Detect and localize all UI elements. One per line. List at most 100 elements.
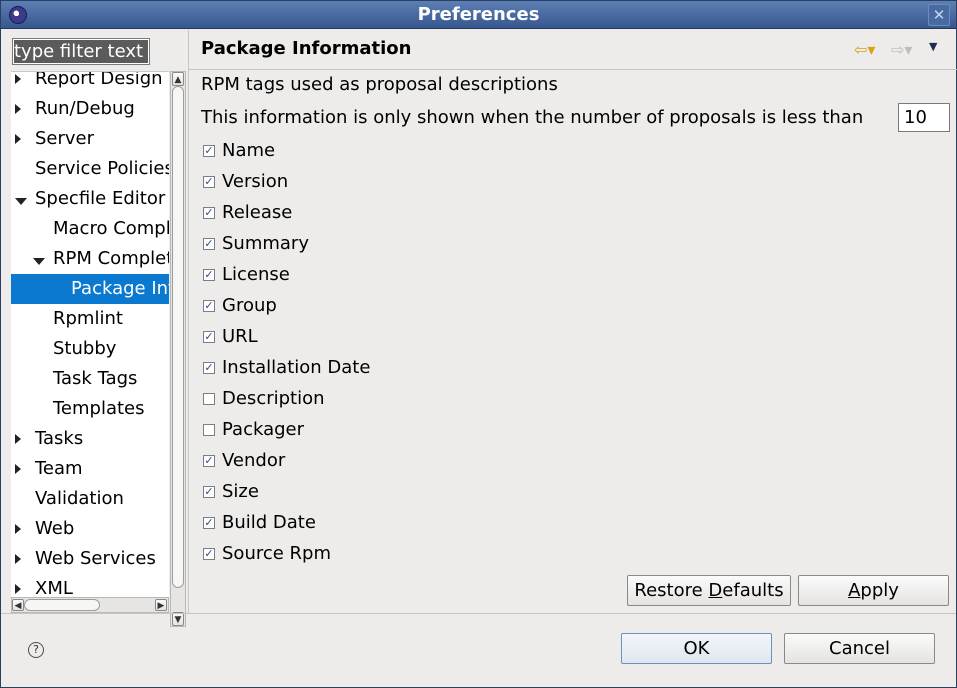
tree-item[interactable]: RPM Completion — [11, 244, 169, 274]
tree-horizontal-scrollbar[interactable]: ◀ ▶ — [11, 597, 169, 613]
scroll-left-icon[interactable]: ◀ — [12, 599, 24, 611]
tree-item-label: Macro Completion — [53, 218, 169, 239]
checkbox-label: Release — [222, 202, 293, 223]
checkbox-checked-icon[interactable]: ✓ — [203, 145, 215, 157]
threshold-label: This information is only shown when the … — [201, 107, 864, 128]
tree-item-label: Templates — [53, 398, 145, 419]
tree-item-label: Service Policies — [35, 158, 169, 179]
checkbox-label: Vendor — [222, 450, 286, 471]
tree-item-label: Server — [35, 128, 95, 149]
checkbox-unchecked-icon[interactable] — [203, 424, 215, 436]
tree-item[interactable]: Web — [11, 514, 169, 544]
checkbox-checked-icon[interactable]: ✓ — [203, 548, 215, 560]
tree-item[interactable]: Macro Completion — [11, 214, 169, 244]
tree-item-label: RPM Completion — [53, 248, 169, 269]
preference-page: Package Information ⇦▾ ⇨▾ ▼ RPM tags use… — [188, 30, 957, 613]
tree-item-label: Task Tags — [53, 368, 138, 389]
tree-item-label: Run/Debug — [35, 98, 135, 119]
tree-item[interactable]: Validation — [11, 484, 169, 514]
collapsed-arrow-icon[interactable] — [15, 584, 27, 596]
page-title: Package Information — [201, 38, 412, 59]
ok-button[interactable]: OK — [621, 633, 772, 664]
collapsed-arrow-icon[interactable] — [15, 464, 27, 476]
restore-defaults-mnemonic: D — [708, 580, 723, 601]
collapsed-arrow-icon[interactable] — [15, 104, 27, 116]
checkbox-checked-icon[interactable]: ✓ — [203, 362, 215, 374]
preference-tree[interactable]: Report Design Run/Debug Server Service Poli… — [11, 71, 169, 613]
scroll-thumb-horizontal[interactable] — [24, 599, 100, 611]
collapsed-arrow-icon[interactable] — [15, 434, 27, 446]
scroll-right-icon[interactable]: ▶ — [155, 599, 167, 611]
collapsed-arrow-icon[interactable] — [15, 74, 27, 86]
checkbox-checked-icon[interactable]: ✓ — [203, 176, 215, 188]
window-title: Preferences — [417, 4, 540, 25]
restore-defaults-post: efaults — [722, 580, 784, 601]
tree-item[interactable]: Report Design — [11, 71, 169, 94]
filter-input[interactable] — [12, 38, 150, 65]
collapsed-arrow-icon[interactable] — [15, 524, 27, 536]
checkbox-checked-icon[interactable]: ✓ — [203, 486, 215, 498]
preferences-dialog: Preferences ✕ type filter text Report De… — [0, 0, 957, 688]
page-header: Package Information ⇦▾ ⇨▾ ▼ — [189, 30, 957, 70]
tree-vertical-scrollbar[interactable]: ▲ ▼ — [170, 71, 186, 627]
restore-defaults-pre: Restore — [634, 580, 709, 601]
collapsed-arrow-icon[interactable] — [15, 134, 27, 146]
tree-item-label: Validation — [35, 488, 124, 509]
footer-separator — [1, 613, 956, 614]
scroll-up-icon[interactable]: ▲ — [172, 72, 184, 86]
checkbox-checked-icon[interactable]: ✓ — [203, 331, 215, 343]
expanded-arrow-icon[interactable] — [33, 256, 45, 268]
close-button[interactable]: ✕ — [928, 4, 950, 26]
tree-item[interactable]: Run/Debug — [11, 94, 169, 124]
checkbox-label: Source Rpm — [222, 543, 332, 564]
help-icon[interactable]: ? — [28, 642, 44, 658]
checkbox-unchecked-icon[interactable] — [203, 393, 215, 405]
preference-navigation: type filter text Report DesignRun/DebugS… — [5, 33, 187, 627]
cancel-button[interactable]: Cancel — [784, 633, 935, 664]
view-menu-icon[interactable]: ▼ — [929, 40, 945, 60]
checkbox-checked-icon[interactable]: ✓ — [203, 207, 215, 219]
tree-item-label: Team — [35, 458, 83, 479]
checkbox-label: Group — [222, 295, 277, 316]
tree-item-label: Web — [35, 518, 75, 539]
tree-item-label: Web Services — [35, 548, 156, 569]
tree-item[interactable]: Team — [11, 454, 169, 484]
checkbox-label: License — [222, 264, 290, 285]
checkbox-label: Name — [222, 140, 276, 161]
apply-button[interactable]: Apply — [798, 575, 949, 606]
tree-item[interactable]: Templates — [11, 394, 169, 424]
tree-item-label: Report Design — [35, 71, 163, 89]
tree-item[interactable]: Package Information — [11, 274, 169, 304]
scroll-down-icon[interactable]: ▼ — [172, 612, 184, 626]
tree-item[interactable]: Specfile Editor — [11, 184, 169, 214]
tree-item-label: Specfile Editor — [35, 188, 166, 209]
forward-arrow-icon[interactable]: ⇨▾ — [891, 40, 921, 60]
checkbox-checked-icon[interactable]: ✓ — [203, 269, 215, 281]
tree-item-label: Tasks — [35, 428, 84, 449]
tree-item[interactable]: Task Tags — [11, 364, 169, 394]
tree-item-label: Package Information — [71, 278, 169, 299]
tree-item[interactable]: Rpmlint — [11, 304, 169, 334]
restore-defaults-button[interactable]: Restore Defaults — [627, 575, 791, 606]
checkbox-checked-icon[interactable]: ✓ — [203, 455, 215, 467]
checkbox-label: Summary — [222, 233, 309, 254]
checkbox-checked-icon[interactable]: ✓ — [203, 300, 215, 312]
scroll-thumb[interactable] — [172, 86, 184, 588]
checkbox-checked-icon[interactable]: ✓ — [203, 517, 215, 529]
checkbox-label: URL — [222, 326, 258, 347]
proposal-threshold-input[interactable] — [898, 103, 950, 132]
collapsed-arrow-icon[interactable] — [15, 554, 27, 566]
tree-item[interactable]: Stubby — [11, 334, 169, 364]
checkbox-checked-icon[interactable]: ✓ — [203, 238, 215, 250]
tree-item[interactable]: Tasks — [11, 424, 169, 454]
checkbox-label: Version — [222, 171, 289, 192]
title-bar[interactable]: Preferences ✕ — [1, 1, 956, 29]
expanded-arrow-icon[interactable] — [15, 196, 27, 208]
checkbox-label: Packager — [222, 419, 305, 440]
back-arrow-icon[interactable]: ⇦▾ — [854, 40, 884, 60]
checkbox-label: Size — [222, 481, 259, 502]
tree-item[interactable]: Service Policies — [11, 154, 169, 184]
tree-item[interactable]: Web Services — [11, 544, 169, 574]
tree-item[interactable]: Server — [11, 124, 169, 154]
checkbox-label: Description — [222, 388, 325, 409]
